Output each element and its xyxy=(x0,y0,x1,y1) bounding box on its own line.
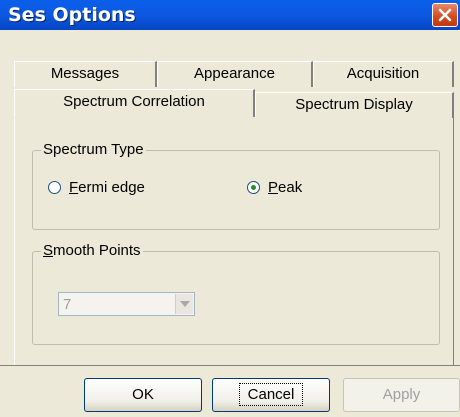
window-title: Ses Options xyxy=(8,4,136,26)
title-bar: Ses Options xyxy=(0,0,460,30)
tab-appearance[interactable]: Appearance xyxy=(157,61,313,87)
radio-peak[interactable]: Peak xyxy=(247,179,302,196)
spectrum-type-legend: Spectrum Type xyxy=(41,141,146,158)
apply-button[interactable]: Apply xyxy=(343,378,460,412)
radio-unchecked-icon xyxy=(48,181,61,194)
chevron-down-icon xyxy=(180,301,190,307)
radio-fermi-edge-label: Fermi edge xyxy=(69,179,145,196)
tab-label: Acquisition xyxy=(346,65,420,82)
smooth-points-legend: Smooth Points xyxy=(41,242,143,259)
radio-fermi-edge[interactable]: Fermi edge xyxy=(48,179,145,196)
tab-label: Spectrum Display xyxy=(295,96,413,113)
tab-label: Messages xyxy=(50,65,120,82)
tab-spectrum-correlation[interactable]: Spectrum Correlation xyxy=(14,89,255,117)
footer-divider xyxy=(0,365,460,366)
cancel-button[interactable]: Cancel xyxy=(212,378,330,412)
radio-checked-icon xyxy=(247,181,260,194)
tab-label: Appearance xyxy=(194,65,275,82)
cancel-button-label: Cancel xyxy=(238,383,304,406)
tab-messages[interactable]: Messages xyxy=(14,61,157,87)
tab-label: Spectrum Correlation xyxy=(63,93,205,110)
dropdown-button[interactable] xyxy=(175,294,193,314)
smooth-points-value: 7 xyxy=(63,296,72,313)
radio-peak-label: Peak xyxy=(268,179,303,196)
tab-acquisition[interactable]: Acquisition xyxy=(313,61,454,87)
apply-button-label: Apply xyxy=(382,386,421,403)
ok-button[interactable]: OK xyxy=(84,378,202,412)
tab-spectrum-display[interactable]: Spectrum Display xyxy=(255,92,454,118)
close-icon xyxy=(438,8,452,22)
ok-button-label: OK xyxy=(132,386,154,403)
smooth-points-select[interactable]: 7 xyxy=(58,292,195,316)
close-button[interactable] xyxy=(432,3,458,27)
